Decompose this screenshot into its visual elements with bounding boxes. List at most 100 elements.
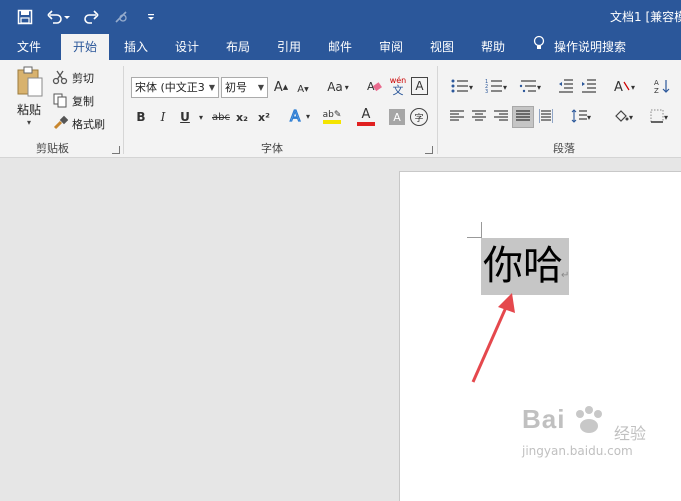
align-right-button[interactable] xyxy=(492,108,510,126)
format-painter-button[interactable]: 格式刷 xyxy=(52,114,105,134)
align-center-button[interactable] xyxy=(470,108,488,126)
numbered-list-icon: 123 xyxy=(485,79,503,96)
red-arrow-annotation xyxy=(471,293,515,383)
svg-text:A: A xyxy=(654,79,659,87)
borders-icon xyxy=(650,109,664,126)
tab-insert[interactable]: 插入 xyxy=(112,34,160,60)
svg-text:3: 3 xyxy=(485,89,488,93)
strikethrough-button[interactable]: abc xyxy=(210,108,232,126)
tab-view[interactable]: 视图 xyxy=(418,34,466,60)
highlight-color-button[interactable]: ab✎ xyxy=(318,106,346,128)
line-spacing-icon xyxy=(571,108,587,126)
shading-button[interactable]: ▾ xyxy=(608,107,638,127)
tab-review[interactable]: 审阅 xyxy=(367,34,415,60)
text-effects-icon: A xyxy=(288,106,306,127)
font-launcher-icon[interactable] xyxy=(425,146,433,154)
pinyin-char: 文 xyxy=(392,84,404,97)
borders-button[interactable]: ▾ xyxy=(644,107,674,127)
paint-bucket-icon xyxy=(613,108,629,127)
shrink-font-button[interactable]: A ▼ xyxy=(295,80,311,98)
group-divider xyxy=(437,66,438,154)
clipboard-group-label: 剪贴板 xyxy=(36,142,69,155)
font-name-value: 宋体 (中文正3 xyxy=(135,81,205,94)
tab-references[interactable]: 引用 xyxy=(265,34,313,60)
tell-me-label: 操作说明搜索 xyxy=(554,40,627,54)
paste-button[interactable]: 粘贴 ▾ xyxy=(10,66,48,127)
paste-dropdown-icon[interactable]: ▾ xyxy=(27,118,31,127)
multilevel-list-button[interactable]: ▾ xyxy=(516,77,544,97)
asian-layout-button[interactable]: A ▾ xyxy=(610,77,638,97)
subscript-button[interactable]: x₂ xyxy=(234,108,250,126)
font-size-value: 初号 xyxy=(225,81,247,94)
margin-corner-mark xyxy=(467,222,482,238)
touch-mode-icon[interactable] xyxy=(110,6,132,28)
tell-me-search[interactable]: 操作说明搜索 xyxy=(532,34,626,60)
clear-formatting-button[interactable]: A xyxy=(364,77,384,97)
decrease-indent-button[interactable] xyxy=(556,77,576,97)
cut-button[interactable]: 剪切 xyxy=(52,68,94,88)
align-left-button[interactable] xyxy=(448,108,466,126)
line-spacing-button[interactable]: ▾ xyxy=(566,107,596,127)
window-title: 文档1 [兼容模 xyxy=(610,10,681,24)
watermark: Bai 经验 jingyan.baidu.com xyxy=(522,404,646,458)
grow-font-button[interactable]: A ▲ xyxy=(273,77,289,97)
paragraph-group-label: 段落 xyxy=(553,142,575,155)
watermark-cn: 经验 xyxy=(614,424,647,443)
align-right-icon xyxy=(494,109,508,125)
underline-button[interactable]: U xyxy=(178,108,192,126)
tab-help[interactable]: 帮助 xyxy=(469,34,517,60)
paintbrush-icon xyxy=(52,115,69,134)
sort-icon: AZ xyxy=(654,78,670,97)
save-icon[interactable] xyxy=(14,6,36,28)
bullet-list-icon xyxy=(451,79,469,96)
italic-button[interactable]: I xyxy=(156,108,170,126)
paste-icon xyxy=(14,66,44,101)
superscript-button[interactable]: x² xyxy=(256,108,272,126)
title-bar: 文档1 [兼容模 xyxy=(0,0,681,34)
enclose-characters-button[interactable]: 字 xyxy=(410,108,428,126)
numbering-button[interactable]: 123 ▾ xyxy=(482,77,510,97)
paragraph-mark: ↵ xyxy=(561,270,570,281)
character-shading-button[interactable]: A xyxy=(389,109,405,125)
text-effects-button[interactable]: A ▾ xyxy=(285,106,313,126)
font-name-select[interactable]: 宋体 (中文正3 ▼ xyxy=(131,77,219,98)
asian-layout-icon: A xyxy=(613,78,631,97)
cut-label: 剪切 xyxy=(72,72,94,85)
clipboard-launcher-icon[interactable] xyxy=(112,146,120,154)
copy-label: 复制 xyxy=(72,95,94,108)
font-color-button[interactable]: A xyxy=(352,106,380,128)
increase-indent-button[interactable] xyxy=(579,77,599,97)
tab-design[interactable]: 设计 xyxy=(163,34,211,60)
justify-button[interactable] xyxy=(512,106,534,128)
character-shading-label: A xyxy=(393,110,401,124)
quick-access-toolbar xyxy=(14,6,162,28)
copy-button[interactable]: 复制 xyxy=(52,91,94,111)
paw-icon xyxy=(572,406,606,440)
multilevel-list-icon xyxy=(519,79,537,96)
svg-text:A: A xyxy=(290,107,301,124)
bold-button[interactable]: B xyxy=(134,108,148,126)
align-center-icon xyxy=(472,109,486,125)
tab-home[interactable]: 开始 xyxy=(61,34,109,60)
paste-label: 粘贴 xyxy=(16,102,41,117)
bullets-button[interactable]: ▾ xyxy=(448,77,476,97)
character-border-button[interactable]: A xyxy=(411,77,428,95)
tab-file[interactable]: 文件 xyxy=(4,34,54,60)
tab-layout[interactable]: 布局 xyxy=(214,34,262,60)
ribbon-tabs: 文件 开始 插入 设计 布局 引用 邮件 审阅 视图 帮助 操作说明搜索 xyxy=(0,34,681,60)
underline-dropdown[interactable]: ▾ xyxy=(196,108,206,126)
highlight-swatch xyxy=(323,120,341,124)
phonetic-guide-button[interactable]: wén 文 xyxy=(388,74,408,98)
decrease-indent-icon xyxy=(558,78,574,96)
tab-mailings[interactable]: 邮件 xyxy=(316,34,364,60)
highlighter-icon: ab✎ xyxy=(322,110,342,120)
chevron-down-icon[interactable] xyxy=(140,6,162,28)
redo-icon[interactable] xyxy=(80,6,102,28)
enclose-characters-label: 字 xyxy=(414,113,424,124)
chevron-down-icon: ▼ xyxy=(208,83,215,92)
undo-icon[interactable] xyxy=(44,6,72,28)
font-size-select[interactable]: 初号 ▼ xyxy=(221,77,268,98)
distributed-button[interactable] xyxy=(537,108,555,126)
sort-button[interactable]: AZ xyxy=(653,77,671,97)
change-case-button[interactable]: Aa ▾ xyxy=(322,77,354,97)
